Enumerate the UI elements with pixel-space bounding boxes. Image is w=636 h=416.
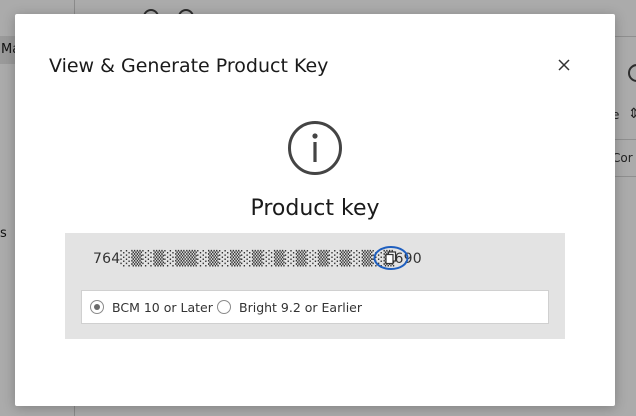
- close-icon: [558, 59, 570, 71]
- product-key-dialog: View & Generate Product Key Product key …: [15, 14, 615, 406]
- radio-option-bright92[interactable]: Bright 9.2 or Earlier: [217, 291, 362, 323]
- radio-option-bcm10[interactable]: BCM 10 or Later: [90, 291, 213, 323]
- product-key-panel: 764░▒░▒░▒▒░▒░▒░▒░▒░▒░▒░▒░▒░▒690 BCM 10 o…: [65, 233, 565, 339]
- info-icon: [288, 121, 342, 175]
- copy-key-button[interactable]: [373, 245, 409, 271]
- close-button[interactable]: [553, 54, 575, 76]
- dialog-title: View & Generate Product Key: [49, 55, 329, 77]
- radio-label: Bright 9.2 or Earlier: [239, 299, 363, 315]
- radio-button[interactable]: [217, 300, 231, 314]
- radio-button-selected[interactable]: [90, 300, 104, 314]
- version-radio-group: BCM 10 or Later Bright 9.2 or Earlier: [81, 290, 549, 324]
- radio-label: BCM 10 or Later: [112, 299, 213, 315]
- copy-icon: [373, 246, 409, 270]
- product-key-heading: Product key: [250, 196, 380, 221]
